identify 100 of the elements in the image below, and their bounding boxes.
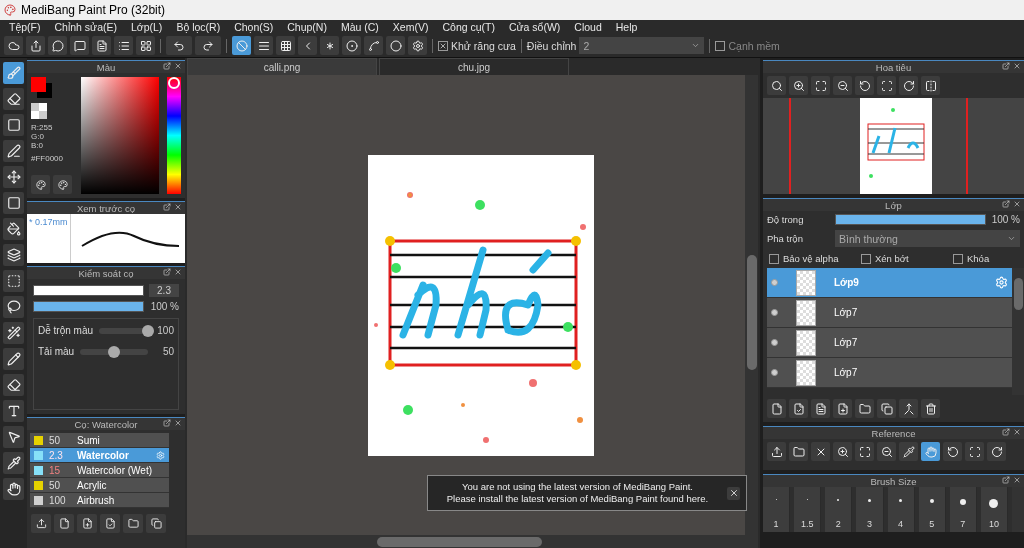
comment-icon[interactable] — [70, 36, 89, 55]
copy-icon[interactable] — [877, 399, 896, 418]
menu-item[interactable]: Chọn(S) — [227, 21, 281, 33]
add-layer-icon[interactable] — [833, 399, 852, 418]
menu-item[interactable]: Lớp(L) — [123, 21, 170, 33]
zoom-in-icon[interactable] — [789, 76, 808, 95]
menu-item[interactable]: Help — [608, 21, 645, 33]
brush-size-value[interactable]: 2.3 — [149, 284, 179, 297]
copy-icon[interactable] — [146, 514, 166, 533]
new-file-icon[interactable] — [54, 514, 74, 533]
horizontal-scrollbar-thumb[interactable] — [377, 536, 542, 547]
color-picker-square[interactable] — [81, 77, 159, 194]
close-icon[interactable] — [727, 486, 740, 500]
checkbox[interactable] — [715, 40, 726, 51]
panels-icon[interactable] — [136, 36, 155, 55]
square-icon[interactable] — [3, 114, 24, 136]
hand-icon[interactable] — [3, 478, 24, 500]
blend-mode-dropdown[interactable]: Bình thường — [835, 230, 1020, 247]
brush-size-cell[interactable]: 10 — [980, 487, 1008, 532]
checkbox[interactable] — [861, 253, 871, 264]
undock-icon[interactable] — [1002, 62, 1010, 70]
undo-icon[interactable] — [166, 36, 192, 55]
pipette-icon[interactable] — [899, 442, 918, 461]
visibility-dot[interactable] — [771, 279, 778, 286]
layer-page-icon[interactable] — [811, 399, 830, 418]
menu-item[interactable]: Cloud — [567, 21, 609, 33]
layer-scrollbar-thumb[interactable] — [1013, 278, 1023, 310]
brush-size-cell[interactable]: 3 — [856, 487, 884, 532]
zoom-out-icon[interactable] — [877, 442, 896, 461]
lasso-icon[interactable] — [3, 296, 24, 318]
brush-size-cell[interactable]: 1.5 — [794, 487, 822, 532]
grid-icon[interactable] — [276, 36, 295, 55]
selection-icon[interactable] — [3, 270, 24, 292]
slider-thumb[interactable] — [108, 345, 121, 358]
layer-row[interactable]: Lớp7 — [767, 298, 1012, 328]
settings-icon[interactable] — [408, 36, 427, 55]
hue-slider-thumb[interactable] — [168, 77, 180, 89]
color-swatches-icon[interactable] — [31, 77, 53, 99]
file-icon[interactable] — [100, 514, 120, 533]
text-icon[interactable] — [3, 400, 24, 422]
menu-item[interactable]: Chụp(N) — [280, 21, 334, 33]
palette-icon[interactable] — [31, 175, 50, 194]
fill-square-icon[interactable] — [3, 192, 24, 214]
close-icon[interactable] — [1013, 428, 1021, 436]
brush-item[interactable]: 50 Acrylic — [30, 478, 169, 493]
zoom-in-icon[interactable] — [833, 442, 852, 461]
new-layer-icon[interactable] — [767, 399, 786, 418]
undock-icon[interactable] — [163, 62, 171, 70]
menu-item[interactable]: Cửa sổ(W) — [501, 21, 568, 33]
undock-icon[interactable] — [1002, 428, 1010, 436]
eraser-icon[interactable] — [3, 88, 24, 110]
rotate-left-icon[interactable] — [855, 76, 874, 95]
checkbox[interactable] — [769, 253, 779, 264]
rotate-right-icon[interactable] — [899, 76, 918, 95]
folder-icon[interactable] — [789, 442, 808, 461]
brush-item[interactable]: 15 Watercolor (Wet) — [30, 463, 169, 478]
palette-edit-icon[interactable] — [53, 175, 72, 194]
trash-icon[interactable] — [921, 399, 940, 418]
layer-row[interactable]: Lớp7 — [767, 358, 1012, 388]
zoom-reset-icon[interactable] — [767, 76, 786, 95]
close-icon[interactable] — [174, 268, 182, 276]
document-tab[interactable]: chu.jpg — [379, 58, 569, 75]
close-icon[interactable] — [1013, 476, 1021, 484]
menu-item[interactable]: Chỉnh sửa(E) — [47, 21, 124, 33]
upload-icon[interactable] — [767, 442, 786, 461]
undock-icon[interactable] — [163, 268, 171, 276]
brush-size-cell[interactable]: 5 — [918, 487, 946, 532]
layer-file-icon[interactable] — [789, 399, 808, 418]
document-icon[interactable] — [92, 36, 111, 55]
pointer-icon[interactable] — [3, 426, 24, 448]
undock-icon[interactable] — [1002, 200, 1010, 208]
rotate-left-icon[interactable] — [943, 442, 962, 461]
list-icon[interactable] — [114, 36, 133, 55]
menu-item[interactable]: Bộ lọc(R) — [169, 21, 228, 33]
vertical-scrollbar-thumb[interactable] — [746, 255, 757, 370]
brush-size-cell[interactable]: 7 — [949, 487, 977, 532]
brush-size-cell[interactable]: 4 — [887, 487, 915, 532]
visibility-dot[interactable] — [771, 369, 778, 376]
zoom-out-icon[interactable] — [833, 76, 852, 95]
close-icon[interactable] — [174, 203, 182, 211]
magic-wand-icon[interactable] — [3, 322, 24, 344]
close-icon[interactable] — [1013, 200, 1021, 208]
close-icon[interactable] — [1013, 62, 1021, 70]
merge-icon[interactable] — [899, 399, 918, 418]
checkbox[interactable] — [953, 253, 963, 264]
pipette-icon[interactable] — [3, 452, 24, 474]
cloud-icon[interactable] — [4, 36, 23, 55]
cloud-upload-icon[interactable] — [31, 514, 51, 533]
fit-icon[interactable] — [811, 76, 830, 95]
undock-icon[interactable] — [1002, 476, 1010, 484]
add-file-icon[interactable] — [77, 514, 97, 533]
visibility-dot[interactable] — [771, 309, 778, 316]
bucket-icon[interactable] — [3, 218, 24, 240]
undock-icon[interactable] — [163, 419, 171, 427]
parallel-lines-icon[interactable] — [254, 36, 273, 55]
close-icon[interactable] — [174, 62, 182, 70]
menu-item[interactable]: Tệp(F) — [2, 21, 48, 33]
close-icon[interactable] — [811, 442, 830, 461]
close-icon[interactable] — [174, 419, 182, 427]
correction-dropdown[interactable]: 2 — [579, 37, 705, 54]
